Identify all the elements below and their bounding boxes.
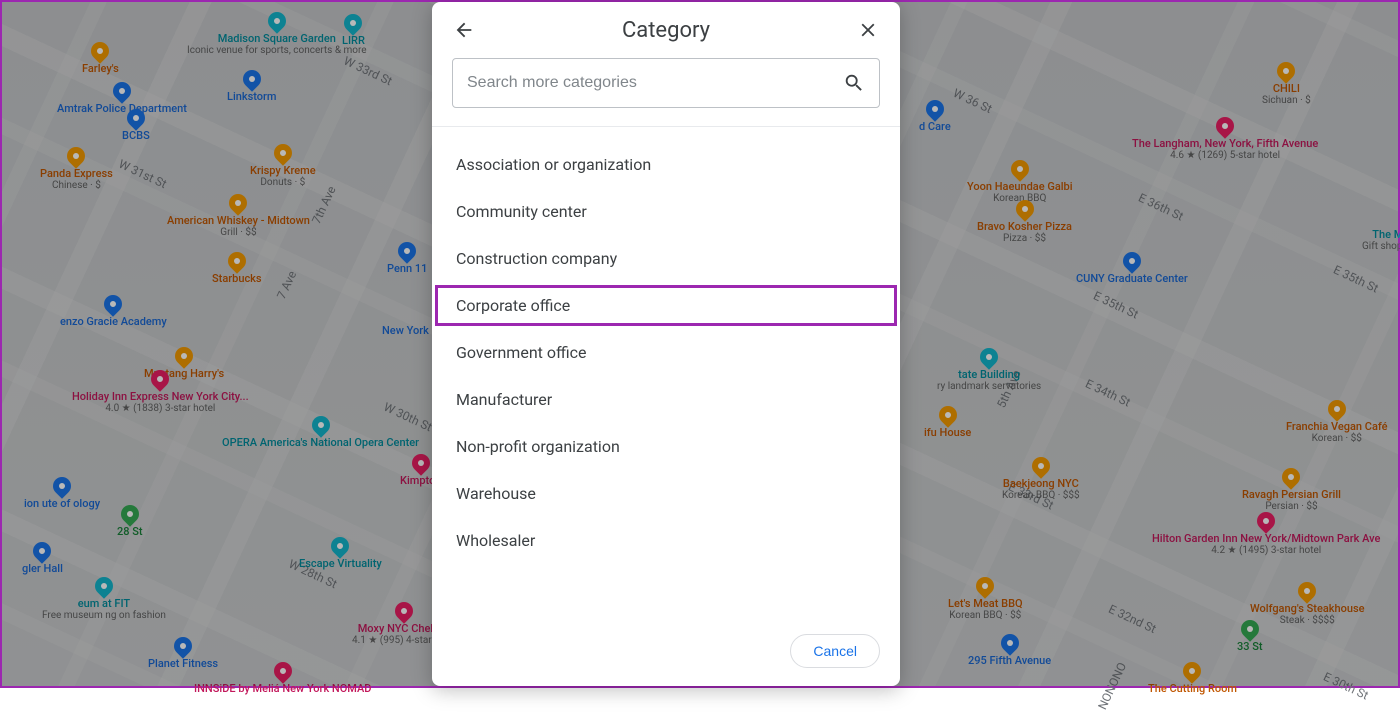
search-box[interactable] <box>452 58 880 108</box>
category-item[interactable]: Wholesaler <box>432 517 900 564</box>
modal-footer: Cancel <box>432 621 900 686</box>
category-item[interactable]: Community center <box>432 188 900 235</box>
category-item[interactable]: Construction company <box>432 235 900 282</box>
close-button[interactable] <box>850 12 886 48</box>
category-list[interactable]: Association or organizationCommunity cen… <box>432 127 900 621</box>
search-input[interactable] <box>467 74 843 92</box>
modal-title: Category <box>482 18 850 43</box>
category-item[interactable]: Manufacturer <box>432 376 900 423</box>
search-icon <box>843 72 865 94</box>
modal-header: Category <box>432 2 900 58</box>
category-item[interactable]: Corporate office <box>432 282 900 329</box>
category-item[interactable]: Warehouse <box>432 470 900 517</box>
close-icon <box>857 19 879 41</box>
category-modal: Category Association or organizationComm… <box>432 2 900 686</box>
back-button[interactable] <box>446 12 482 48</box>
arrow-left-icon <box>453 19 475 41</box>
category-item[interactable]: Government office <box>432 329 900 376</box>
category-item[interactable]: Association or organization <box>432 141 900 188</box>
category-item[interactable]: Non-profit organization <box>432 423 900 470</box>
cancel-button[interactable]: Cancel <box>790 634 880 668</box>
search-row <box>432 58 900 126</box>
